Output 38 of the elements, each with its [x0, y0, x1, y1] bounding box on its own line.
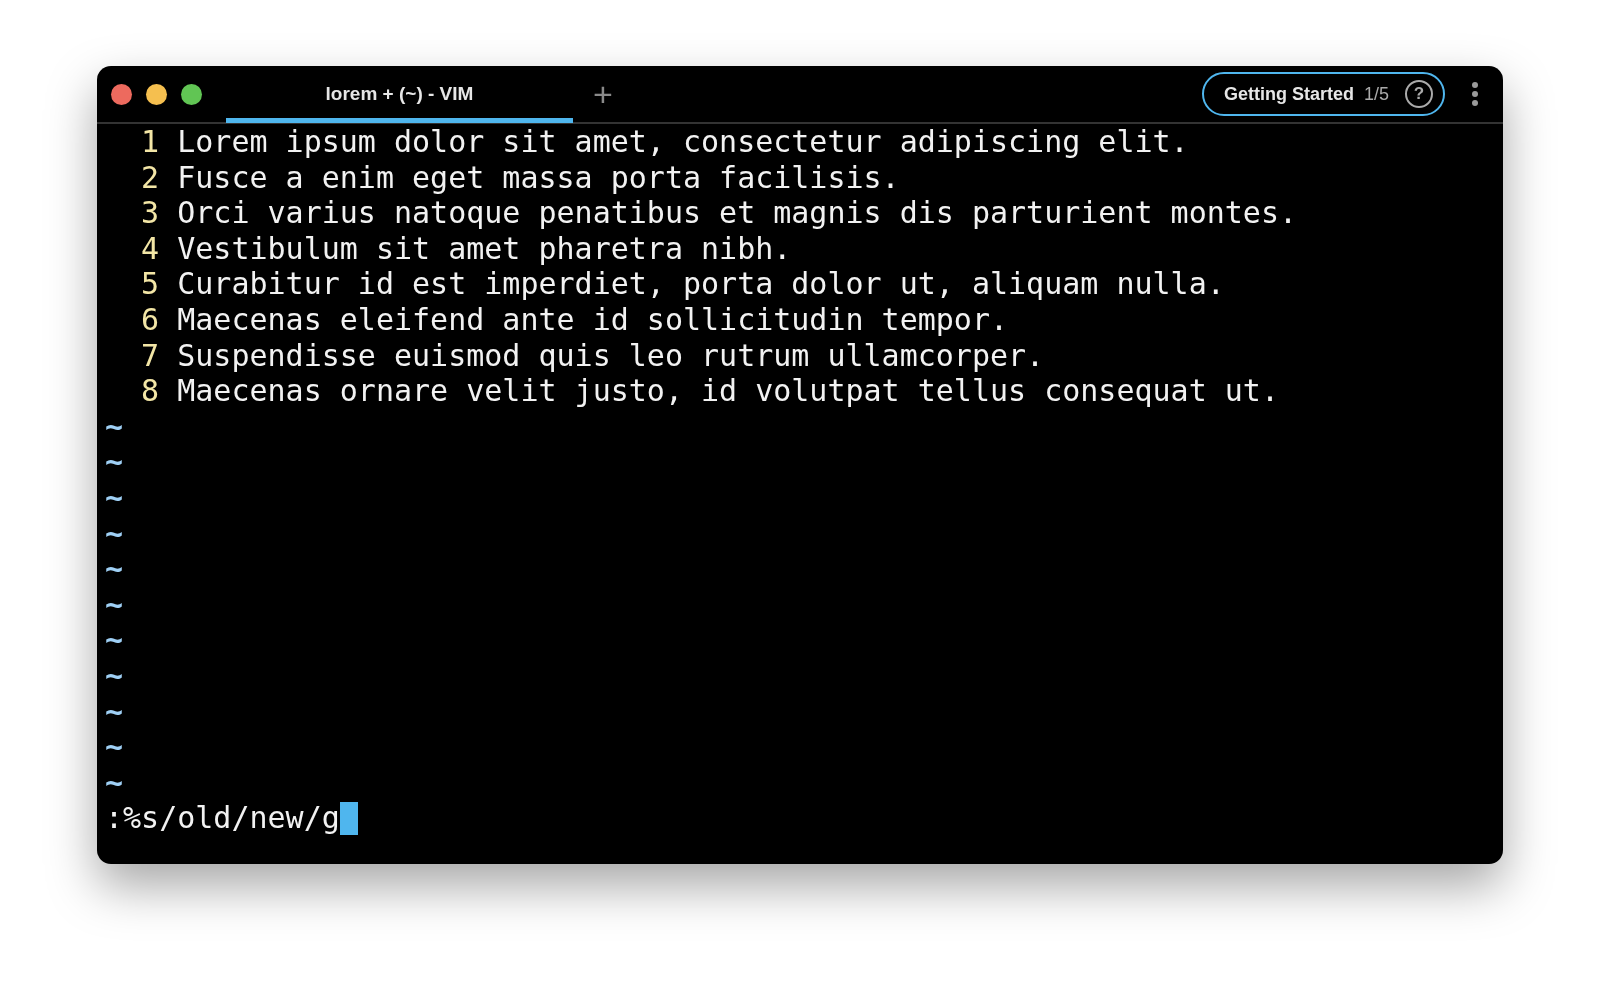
empty-line-marker: ~ [105, 408, 124, 445]
text-line: Maecenas eleifend ante id sollicitudin tempor. [177, 301, 1009, 338]
text-line: Orci varius natoque penatibus et magnis dis parturient montes. [177, 195, 1298, 231]
text-line: Fusce a enim eget massa porta facilisis. [177, 159, 900, 196]
line-number: 7 [140, 337, 160, 374]
more-menu-icon[interactable] [1471, 81, 1479, 107]
line-number: 4 [140, 230, 160, 267]
tab[interactable]: lorem + (~) - VIM [226, 67, 573, 123]
empty-line-marker: ~ [105, 729, 124, 765]
line-number: 3 [140, 195, 160, 231]
text-line: Maecenas ornare velit justo, id volutpat tellus consequat ut. [177, 373, 1279, 409]
empty-line-marker: ~ [105, 551, 124, 587]
text-line: Lorem ipsum dolor sit amet, consectetur adipiscing elit. [177, 124, 1189, 160]
line-number: 1 [140, 124, 160, 160]
getting-started-button[interactable]: Getting Started 1/5 ? [1201, 72, 1445, 116]
close-button[interactable] [111, 83, 132, 105]
line-number: 2 [140, 159, 160, 196]
new-tab-button[interactable]: + [587, 74, 619, 114]
empty-line-marker: ~ [105, 586, 124, 623]
cursor [339, 802, 358, 836]
minimize-button[interactable] [146, 83, 167, 105]
text-line: Curabitur id est imperdiet, porta dolor ut, aliquam nulla. [177, 266, 1225, 302]
line-number: 8 [140, 373, 160, 409]
empty-line-marker: ~ [105, 622, 124, 658]
text-line: Vestibulum sit amet pharetra nibh. [177, 230, 792, 267]
help-icon[interactable]: ? [1405, 80, 1433, 108]
empty-line-marker: ~ [105, 479, 124, 516]
empty-line-marker: ~ [105, 444, 124, 480]
empty-line-marker: ~ [105, 693, 124, 730]
text-line: Suspendisse euismod quis leo rutrum ullamcorper. [177, 337, 1045, 374]
empty-line-marker: ~ [105, 764, 124, 801]
line-number: 5 [140, 266, 160, 302]
line-number: 6 [140, 301, 160, 338]
empty-line-marker: ~ [105, 515, 124, 552]
empty-line-marker: ~ [105, 657, 124, 694]
command-line[interactable]: :%s/old/new/g [105, 800, 340, 836]
maximize-button[interactable] [181, 83, 202, 105]
progress-count: 1/5 [1363, 83, 1389, 105]
